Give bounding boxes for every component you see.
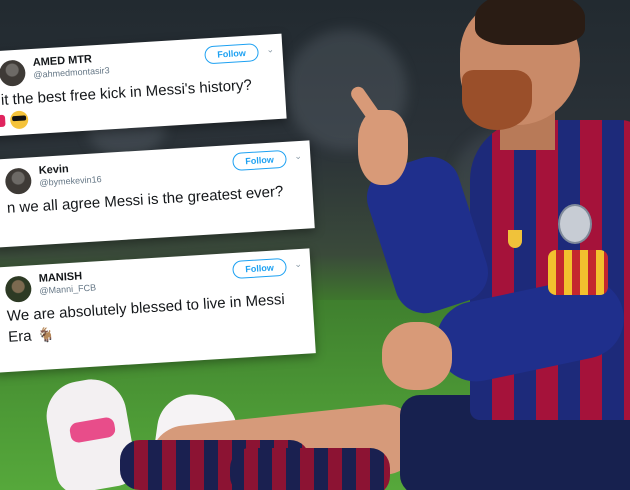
lower-hand [382,322,452,390]
tweet-author-handle[interactable]: @Manni_FCB [39,282,96,295]
avatar[interactable] [4,167,33,195]
captain-armband [548,250,608,295]
hair [475,0,585,45]
beard [462,70,532,130]
chevron-down-icon[interactable]: ⌄ [266,44,274,54]
tweet-text-body: n we all agree Messi is the greatest eve… [6,183,284,217]
chevron-down-icon[interactable]: ⌄ [294,151,302,161]
avatar[interactable] [4,275,33,303]
follow-button[interactable]: Follow [232,257,288,280]
follow-button[interactable]: Follow [232,149,288,172]
emoji-fragment-icon [0,114,6,128]
tweet-text-body: it the best free kick in Messi's history… [0,76,253,109]
tweet-author-name[interactable]: Kevin [38,163,69,177]
club-crest [508,230,522,248]
goat-emoji-icon: 🐐 [37,326,56,344]
tweet-card: MANISH @Manni_FCB Follow ⌄ We are absolu… [0,248,316,373]
tweet-text: We are absolutely blessed to live in Mes… [6,289,300,348]
sock [230,448,390,490]
champions-badge [558,204,592,244]
raised-hand [358,110,408,185]
cool-face-emoji-icon [9,110,29,130]
avatar[interactable] [0,59,27,87]
follow-button[interactable]: Follow [204,43,260,65]
chevron-down-icon[interactable]: ⌄ [294,259,302,269]
